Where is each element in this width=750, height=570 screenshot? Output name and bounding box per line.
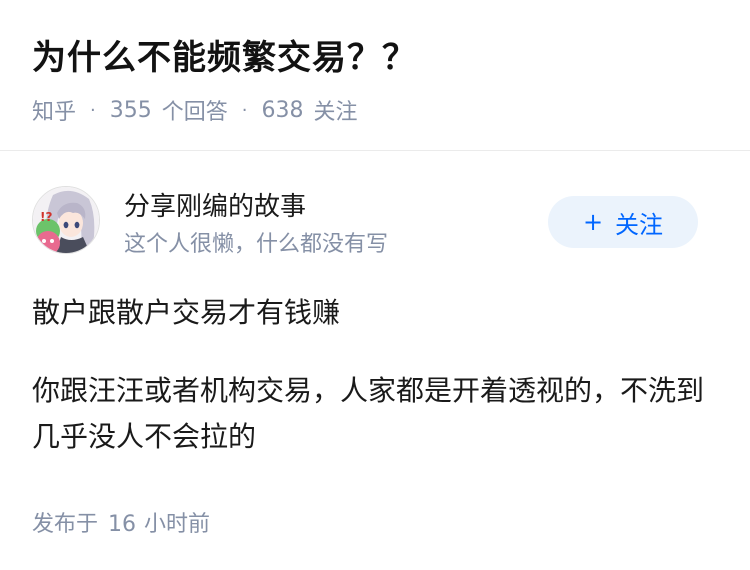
- svg-text:!?: !?: [40, 210, 52, 224]
- plus-icon: +: [582, 208, 604, 236]
- source-label[interactable]: 知乎: [32, 94, 76, 126]
- meta-separator: ·: [90, 99, 96, 121]
- answer-paragraph: 散户跟散户交易才有钱赚: [32, 296, 341, 329]
- answers-label[interactable]: 个回答: [162, 94, 228, 126]
- header-divider: [0, 150, 750, 151]
- answer-page: 为什么不能频繁交易？？ 知乎 · 355 个回答 · 638 关注 !? 分享刚…: [0, 0, 750, 570]
- author-name[interactable]: 分享刚编的故事: [124, 186, 306, 223]
- answer-paragraph: 你跟汪汪或者机构交易，人家都是开着透视的，不洗到几乎没人不会拉的: [32, 374, 705, 453]
- avatar-illustration: !?: [33, 187, 99, 253]
- author-bio: 这个人很懒，什么都没有写: [124, 232, 389, 257]
- meta-separator: ·: [241, 99, 248, 121]
- follow-label: 关注: [615, 210, 664, 239]
- question-meta: 知乎 · 355 个回答 · 638 关注: [32, 94, 358, 126]
- post-time-number: 16: [108, 512, 137, 537]
- follow-button[interactable]: + 关注: [548, 196, 698, 248]
- post-time-prefix: 发布于: [32, 512, 99, 537]
- post-time: 发布于 16 小时前: [32, 506, 210, 538]
- followers-label: 关注: [313, 100, 358, 125]
- answer-content: 散户跟散户交易才有钱赚 你跟汪汪或者机构交易，人家都是开着透视的，不洗到几乎没人…: [32, 290, 722, 492]
- followers-count: 638: [261, 97, 304, 123]
- answers-count: 355: [109, 97, 152, 123]
- author-avatar[interactable]: !?: [32, 186, 100, 254]
- post-time-unit: 小时前: [144, 512, 211, 537]
- question-title[interactable]: 为什么不能频繁交易？？: [32, 30, 417, 79]
